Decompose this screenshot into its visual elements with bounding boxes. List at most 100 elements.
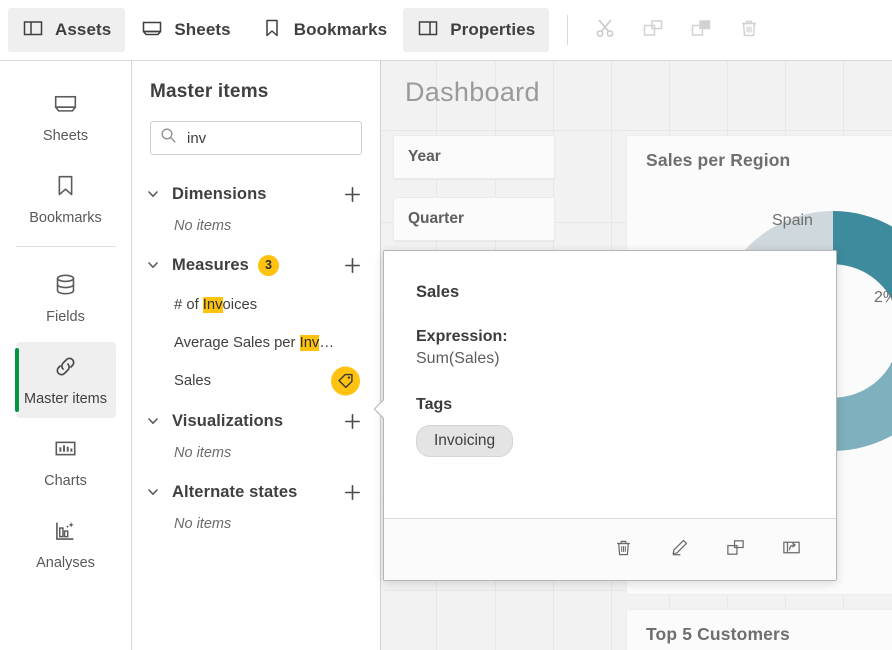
toolbar-label-assets: Assets xyxy=(55,20,111,40)
donut-slice-label-spain: Spain xyxy=(772,212,813,230)
database-icon xyxy=(52,271,79,302)
analyses-icon xyxy=(52,517,79,548)
donut-pct-label: 2% xyxy=(874,289,892,307)
link-icon xyxy=(52,353,79,384)
section-title-dimensions: Dimensions xyxy=(172,185,267,204)
viz-title-top-5-customers: Top 5 Customers xyxy=(646,624,790,645)
popover-edit-button[interactable] xyxy=(662,533,696,567)
rail-divider xyxy=(16,246,116,247)
toolbar-button-sheets[interactable]: Sheets xyxy=(127,8,244,52)
list-item[interactable]: # of Invoices xyxy=(132,286,380,324)
list-item[interactable]: Sales xyxy=(132,362,380,400)
measure-label: # of Invoices xyxy=(174,297,257,313)
section-title-measures: Measures xyxy=(172,256,249,275)
visualizations-empty-text: No items xyxy=(132,442,380,471)
sheet-icon xyxy=(141,17,163,44)
paste-button[interactable] xyxy=(678,8,724,52)
toolbar-label-sheets: Sheets xyxy=(174,20,230,40)
add-dimension-button[interactable] xyxy=(340,182,364,206)
toolbar-divider xyxy=(567,15,568,45)
toolbar-button-bookmarks[interactable]: Bookmarks xyxy=(247,8,402,52)
measures-count-badge: 3 xyxy=(258,255,279,276)
delete-button[interactable] xyxy=(726,8,772,52)
app-root: Assets Sheets Bookmarks Properties xyxy=(0,0,892,650)
delete-icon xyxy=(613,537,634,563)
toolbar-label-bookmarks: Bookmarks xyxy=(294,20,388,40)
search-box[interactable] xyxy=(150,121,362,155)
popover-add-to-sheet-button[interactable] xyxy=(774,533,808,567)
chevron-down-icon xyxy=(144,187,162,201)
search-icon xyxy=(160,127,177,149)
filter-pane-year[interactable]: Year xyxy=(393,135,555,179)
rail-item-analyses[interactable]: Analyses xyxy=(16,506,116,582)
add-visualization-button[interactable] xyxy=(340,409,364,433)
popover-item-name: Sales xyxy=(416,283,804,302)
sheet-icon xyxy=(52,90,79,121)
panel-title: Master items xyxy=(150,81,362,103)
chevron-down-icon xyxy=(144,485,162,499)
panel-right-icon xyxy=(417,17,439,44)
add-to-sheet-icon xyxy=(781,537,802,563)
add-alternate-state-button[interactable] xyxy=(340,480,364,504)
popover-footer xyxy=(384,518,836,580)
rail-item-fields[interactable]: Fields xyxy=(16,260,116,336)
section-header-dimensions[interactable]: Dimensions xyxy=(132,173,380,215)
delete-icon xyxy=(738,17,760,44)
tag-icon[interactable] xyxy=(331,367,360,396)
status-badge: Invoicing xyxy=(416,425,513,457)
section-header-visualizations[interactable]: Visualizations xyxy=(132,400,380,442)
search-input[interactable] xyxy=(177,130,386,147)
panel-header: Master items xyxy=(132,61,380,155)
chevron-down-icon xyxy=(144,414,162,428)
rail-label-bookmarks: Bookmarks xyxy=(29,210,102,226)
section-title-alternate-states: Alternate states xyxy=(172,483,297,502)
filter-pane-quarter[interactable]: Quarter xyxy=(393,197,555,241)
top-toolbar: Assets Sheets Bookmarks Properties xyxy=(0,0,892,61)
alternate-states-empty-text: No items xyxy=(132,513,380,542)
popover-tag-list: Invoicing xyxy=(416,425,804,457)
panel-left-icon xyxy=(22,17,44,44)
edit-pencil-icon xyxy=(669,537,690,563)
toolbar-label-properties: Properties xyxy=(450,20,535,40)
paste-icon xyxy=(690,17,712,44)
rail-item-master-items[interactable]: Master items xyxy=(16,342,116,418)
duplicate-icon xyxy=(725,537,746,563)
copy-icon xyxy=(642,17,664,44)
bookmark-icon xyxy=(52,172,79,203)
section-header-alternate-states[interactable]: Alternate states xyxy=(132,471,380,513)
search-match-highlight: Inv xyxy=(203,297,223,313)
rail-label-fields: Fields xyxy=(46,309,85,325)
popover-duplicate-button[interactable] xyxy=(718,533,752,567)
section-header-measures[interactable]: Measures 3 xyxy=(132,244,380,286)
dimensions-empty-text: No items xyxy=(132,215,380,244)
rail-label-charts: Charts xyxy=(44,473,87,489)
popover-expression-value: Sum(Sales) xyxy=(416,350,804,368)
section-title-visualizations: Visualizations xyxy=(172,412,283,431)
chevron-down-icon xyxy=(144,258,162,272)
toolbar-button-properties[interactable]: Properties xyxy=(403,8,549,52)
popover-arrow xyxy=(373,399,384,423)
rail-item-bookmarks[interactable]: Bookmarks xyxy=(16,161,116,237)
list-item[interactable]: Average Sales per Inv… xyxy=(132,324,380,362)
popover-expression-label: Expression: xyxy=(416,328,804,346)
master-item-popover: Sales Expression: Sum(Sales) Tags Invoic… xyxy=(383,250,837,581)
bookmark-icon xyxy=(261,17,283,44)
viz-card-top-5-customers[interactable]: Top 5 Customers xyxy=(626,609,892,650)
copy-button[interactable] xyxy=(630,8,676,52)
rail-item-sheets[interactable]: Sheets xyxy=(16,79,116,155)
add-measure-button[interactable] xyxy=(340,253,364,277)
cut-button[interactable] xyxy=(582,8,628,52)
filter-label-year: Year xyxy=(408,148,441,166)
master-items-panel: Master items Dimensions xyxy=(132,61,381,650)
filter-label-quarter: Quarter xyxy=(408,210,464,228)
rail-label-master-items: Master items xyxy=(24,391,107,407)
measure-label: Sales xyxy=(174,373,211,389)
search-match-highlight: Inv xyxy=(300,335,320,351)
cut-icon xyxy=(594,17,616,44)
bar-chart-icon xyxy=(52,435,79,466)
page-title: Dashboard xyxy=(405,77,540,108)
panel-body: Dimensions No items Measures 3 # of Invo… xyxy=(132,173,380,542)
popover-delete-button[interactable] xyxy=(606,533,640,567)
rail-item-charts[interactable]: Charts xyxy=(16,424,116,500)
toolbar-button-assets[interactable]: Assets xyxy=(8,8,125,52)
